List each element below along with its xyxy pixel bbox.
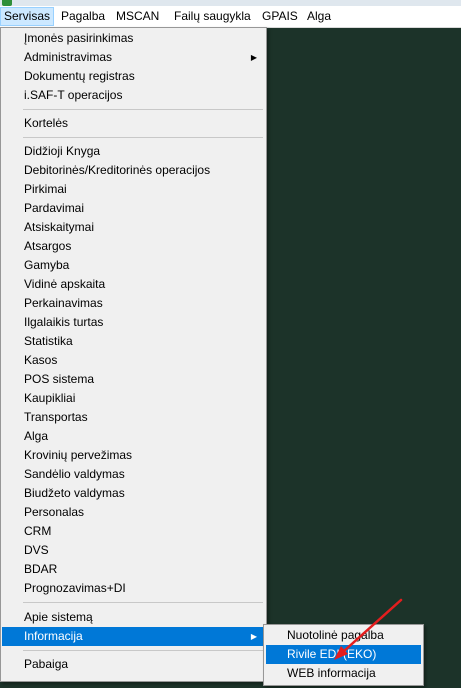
menu-item-perkainavimas[interactable]: Perkainavimas: [2, 294, 265, 313]
menu-item-label: BDAR: [24, 562, 58, 576]
menu-separator: [23, 650, 263, 651]
submenu-item-web-informacija[interactable]: WEB informacija: [266, 664, 421, 683]
menu-item-biudzeto-valdymas[interactable]: Biudžeto valdymas: [2, 484, 265, 503]
menu-item-label: Kortelės: [24, 116, 69, 130]
menu-item-label: Sandėlio valdymas: [24, 467, 125, 481]
submenu-item-rivile-edi-eko[interactable]: Rivile EDI (EKO): [266, 645, 421, 664]
menu-item-label: Biudžeto valdymas: [24, 486, 125, 500]
informacija-submenu: Nuotolinė pagalba Rivile EDI (EKO) WEB i…: [263, 624, 424, 686]
submenu-item-label: Nuotolinė pagalba: [287, 628, 384, 642]
menu-item-label: Atsargos: [24, 239, 72, 253]
menu-item-vidine-apskaita[interactable]: Vidinė apskaita: [2, 275, 265, 294]
menu-item-label: Pardavimai: [24, 201, 85, 215]
menu-item-atsiskaitymai[interactable]: Atsiskaitymai: [2, 218, 265, 237]
menu-item-label: Pabaiga: [24, 657, 69, 671]
submenu-item-label: Rivile EDI (EKO): [287, 647, 377, 661]
submenu-item-label: WEB informacija: [287, 666, 376, 680]
menu-item-label: Dokumentų registras: [24, 69, 135, 83]
menu-item-label: Debitorinės/Kreditorinės operacijos: [24, 163, 211, 177]
menu-item-label: i.SAF-T operacijos: [24, 88, 123, 102]
menu-item-label: Didžioji Knyga: [24, 144, 101, 158]
menu-item-kroviniu-pervezimas[interactable]: Krovinių pervežimas: [2, 446, 265, 465]
menu-item-label: Informacija: [24, 629, 83, 643]
menu-item-kasos[interactable]: Kasos: [2, 351, 265, 370]
menu-item-didzioji-knyga[interactable]: Didžioji Knyga: [2, 142, 265, 161]
menu-item-ilgalaikis-turtas[interactable]: Ilgalaikis turtas: [2, 313, 265, 332]
menu-item-label: Vidinė apskaita: [24, 277, 106, 291]
menu-item-alga[interactable]: Alga: [2, 427, 265, 446]
menu-item-label: POS sistema: [24, 372, 95, 386]
menu-item-transportas[interactable]: Transportas: [2, 408, 265, 427]
menu-failu-saugykla[interactable]: Failų saugykla: [171, 8, 254, 25]
menu-item-label: Alga: [24, 429, 49, 443]
menu-separator: [23, 602, 263, 603]
menu-item-pabaiga[interactable]: Pabaiga: [2, 655, 265, 674]
servisas-dropdown-menu: Įmonės pasirinkimas Administravimas ▶ Dok…: [0, 27, 267, 682]
menu-item-pos-sistema[interactable]: POS sistema: [2, 370, 265, 389]
menu-item-informacija[interactable]: Informacija ▶: [2, 627, 265, 646]
menu-item-label: Statistika: [24, 334, 73, 348]
menu-item-dokumentu-registras[interactable]: Dokumentų registras: [2, 67, 265, 86]
menu-item-label: Atsiskaitymai: [24, 220, 95, 234]
menu-bar: Servisas Pagalba MSCAN Failų saugykla GP…: [0, 6, 461, 28]
menu-item-isaft-operacijos[interactable]: i.SAF-T operacijos: [2, 86, 265, 105]
menu-pagalba[interactable]: Pagalba: [58, 8, 108, 25]
menu-item-label: Administravimas: [24, 50, 113, 64]
menu-item-apie-sistema[interactable]: Apie sistemą: [2, 608, 265, 627]
menu-item-pardavimai[interactable]: Pardavimai: [2, 199, 265, 218]
menu-gpais[interactable]: GPAIS: [259, 8, 301, 25]
menu-item-label: Įmonės pasirinkimas: [24, 31, 134, 45]
menu-item-label: Personalas: [24, 505, 85, 519]
menu-item-korteles[interactable]: Kortelės: [2, 114, 265, 133]
submenu-item-nuotoline-pagalba[interactable]: Nuotolinė pagalba: [266, 626, 421, 645]
menu-item-label: Kasos: [24, 353, 58, 367]
menu-item-sandelio-valdymas[interactable]: Sandėlio valdymas: [2, 465, 265, 484]
menu-item-imones-pasirinkimas[interactable]: Įmonės pasirinkimas: [2, 29, 265, 48]
menu-item-label: Krovinių pervežimas: [24, 448, 133, 462]
menu-item-label: Apie sistemą: [24, 610, 93, 624]
menu-item-bdar[interactable]: BDAR: [2, 560, 265, 579]
menu-item-label: Transportas: [24, 410, 88, 424]
menu-item-debitorines-kreditorines[interactable]: Debitorinės/Kreditorinės operacijos: [2, 161, 265, 180]
menu-item-administravimas[interactable]: Administravimas ▶: [2, 48, 265, 67]
menu-mscan[interactable]: MSCAN: [113, 8, 162, 25]
submenu-arrow-icon: ▶: [250, 53, 257, 62]
menu-item-prognozavimas-di[interactable]: Prognozavimas+DI: [2, 579, 265, 598]
menu-item-atsargos[interactable]: Atsargos: [2, 237, 265, 256]
menu-alga[interactable]: Alga: [304, 8, 334, 25]
menu-item-label: Perkainavimas: [24, 296, 103, 310]
menu-item-pirkimai[interactable]: Pirkimai: [2, 180, 265, 199]
menu-item-statistika[interactable]: Statistika: [2, 332, 265, 351]
menu-separator: [23, 109, 263, 110]
menu-item-crm[interactable]: CRM: [2, 522, 265, 541]
menu-item-label: Ilgalaikis turtas: [24, 315, 104, 329]
menu-item-gamyba[interactable]: Gamyba: [2, 256, 265, 275]
menu-item-label: Kaupikliai: [24, 391, 76, 405]
menu-servisas[interactable]: Servisas: [0, 7, 55, 26]
menu-item-label: Pirkimai: [24, 182, 67, 196]
menu-item-label: Prognozavimas+DI: [24, 581, 126, 595]
menu-item-label: CRM: [24, 524, 52, 538]
menu-item-label: Gamyba: [24, 258, 70, 272]
submenu-arrow-icon: ▶: [250, 632, 257, 641]
menu-item-kaupikliai[interactable]: Kaupikliai: [2, 389, 265, 408]
menu-item-label: DVS: [24, 543, 49, 557]
menu-item-personalas[interactable]: Personalas: [2, 503, 265, 522]
menu-separator: [23, 137, 263, 138]
menu-item-dvs[interactable]: DVS: [2, 541, 265, 560]
